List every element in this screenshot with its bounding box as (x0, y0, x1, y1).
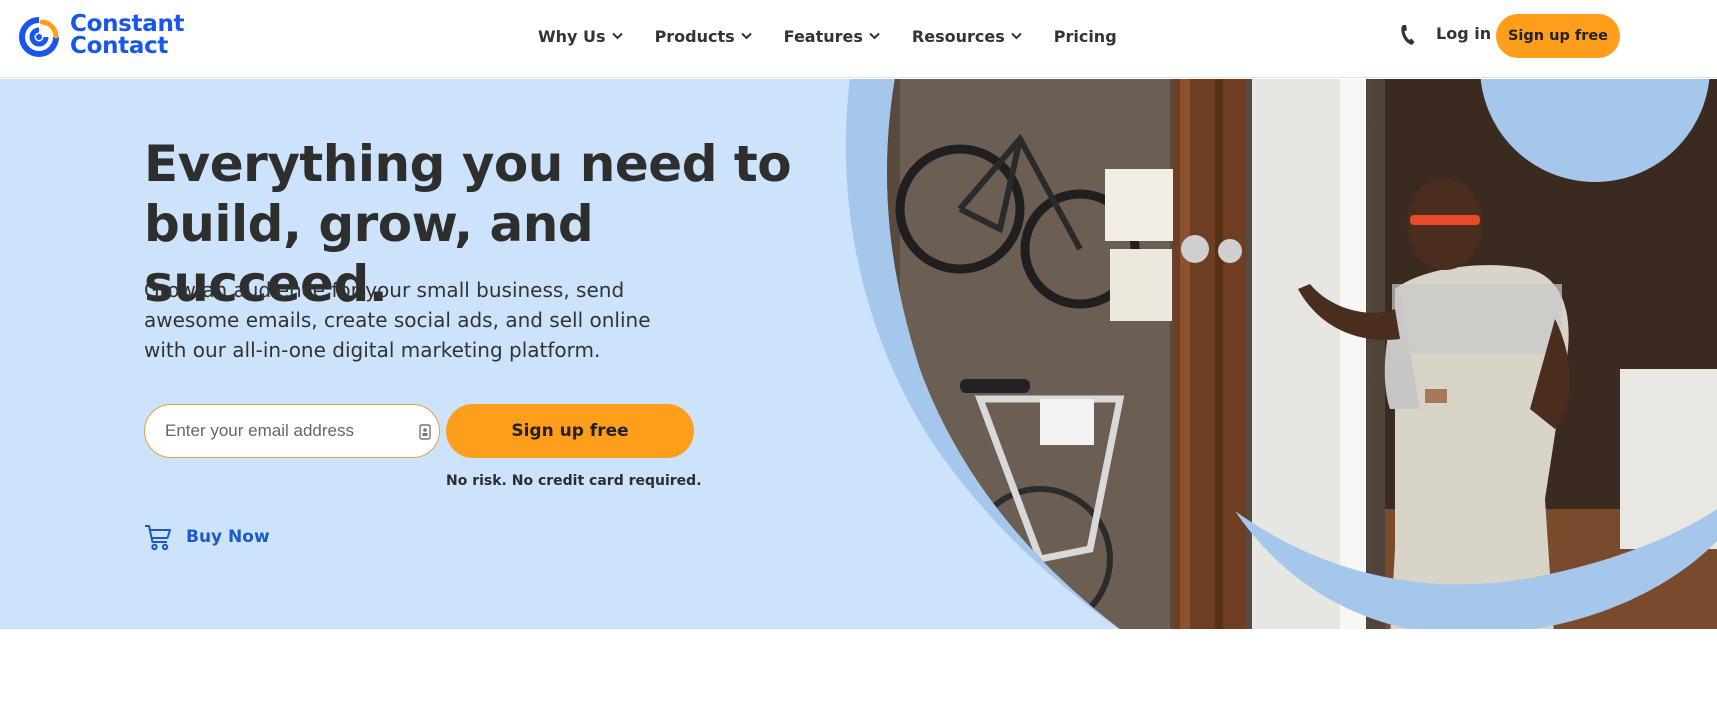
chevron-down-icon (611, 32, 623, 40)
chevron-down-icon (1011, 32, 1022, 40)
nav-label: Products (654, 26, 735, 46)
nav-label: Features (783, 26, 863, 46)
logo-line-2: Contact (70, 33, 169, 59)
nav-item-features[interactable]: Features (784, 27, 880, 46)
nav-label: Why Us (538, 26, 606, 46)
nav-label: Pricing (1053, 26, 1117, 46)
hero-section: Everything you need to build, grow, and … (0, 79, 1717, 629)
site-header: Constant Contact Why Us Products Feature… (0, 0, 1717, 78)
email-input[interactable] (165, 405, 395, 456)
chevron-down-icon (740, 32, 752, 40)
email-field[interactable] (144, 404, 440, 458)
main-nav: Why Us Products Features Resources Prici… (538, 0, 1117, 72)
cart-icon (145, 525, 171, 551)
buy-now-label: Buy Now (186, 527, 270, 547)
constant-contact-logo-icon (19, 14, 64, 57)
no-risk-disclaimer: No risk. No credit card required. (446, 473, 702, 489)
nav-item-products[interactable]: Products (655, 27, 752, 46)
buy-now-link[interactable]: Buy Now (144, 523, 270, 551)
nav-item-resources[interactable]: Resources (912, 27, 1022, 46)
chevron-down-icon (869, 32, 880, 40)
nav-label: Resources (911, 26, 1005, 46)
constant-contact-logo[interactable]: Constant Contact (18, 11, 185, 59)
login-link[interactable]: Log in (1436, 24, 1491, 43)
logo-line-1: Constant (70, 11, 185, 37)
nav-item-pricing[interactable]: Pricing (1054, 27, 1117, 46)
nav-item-why-us[interactable]: Why Us (538, 27, 623, 46)
logo-wordmark: Constant Contact (70, 11, 185, 59)
phone-icon[interactable] (1399, 24, 1415, 46)
hero-signup-button[interactable]: Sign up free (446, 404, 694, 458)
hero-subtext: Grow an audience for your small business… (144, 278, 651, 362)
header-signup-button[interactable]: Sign up free (1496, 14, 1620, 58)
hero-headline-line-1: Everything you need to (144, 135, 792, 193)
autofill-contact-icon[interactable] (419, 424, 431, 440)
